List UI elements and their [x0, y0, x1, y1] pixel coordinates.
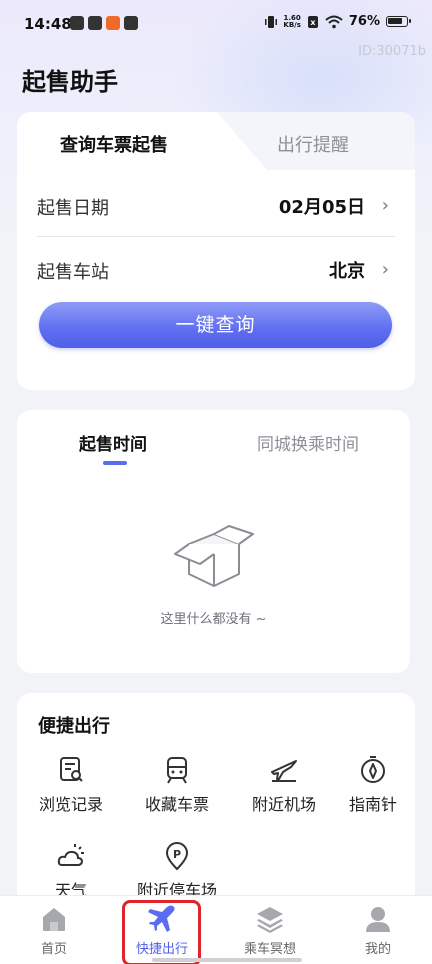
quick-item-label: 附近机场 [251, 795, 316, 814]
tab-sale-time[interactable]: 起售时间 [79, 430, 147, 455]
chevron-right-icon: › [381, 259, 389, 280]
home-indicator [152, 958, 302, 962]
id-tag: ID:30071b [358, 44, 426, 59]
quick-item-nearby-parking[interactable]: P 附近停车场 [127, 841, 227, 901]
svg-text:x: x [310, 18, 316, 27]
query-card: 查询车票起售 出行提醒 起售日期 02月05日 › 起售车站 北京 › 一键查询 [17, 112, 415, 390]
svg-text:P: P [173, 848, 181, 861]
sale-station-label: 起售车站 [37, 262, 109, 283]
quick-item-nearby-airport[interactable]: 附近机场 [234, 755, 334, 815]
app-notification-icon [124, 16, 138, 30]
quick-item-saved-tickets[interactable]: 收藏车票 [127, 755, 227, 815]
page-title: 起售助手 [22, 68, 118, 96]
quick-item-weather[interactable]: 天气 [21, 841, 121, 901]
status-time: 14:48 [24, 15, 72, 33]
tab-same-city-transfer-time[interactable]: 同城换乘时间 [257, 430, 359, 455]
home-icon [43, 908, 65, 931]
highlight-annotation [122, 900, 201, 964]
nav-ride-meditation[interactable]: 乘车冥想 [220, 896, 320, 964]
wifi-icon [325, 15, 343, 28]
quick-travel-card: 便捷出行 浏览记录 收藏车票 附近机场 指南针 天气 P 附近停车场 [17, 693, 415, 923]
sale-station-value: 北京 [329, 261, 365, 282]
sale-station-row[interactable]: 起售车站 北京 › [37, 243, 395, 293]
history-icon [60, 757, 83, 782]
nav-label: 我的 [364, 942, 391, 957]
quick-item-label: 指南针 [348, 795, 397, 814]
nav-label: 乘车冥想 [243, 942, 296, 957]
nav-mine[interactable]: 我的 [328, 896, 428, 964]
empty-state-text: 这里什么都没有 ~ [160, 612, 267, 627]
app-notification-icon [106, 16, 120, 30]
notification-icons [70, 16, 138, 30]
empty-box-icon [174, 525, 254, 587]
tab-query-ticket-sale-label[interactable]: 查询车票起售 [60, 131, 168, 157]
nav-home[interactable]: 首页 [4, 896, 104, 964]
status-right: 1.60 KB/s x 76% [265, 13, 411, 29]
battery-icon [386, 16, 411, 27]
divider [37, 236, 395, 237]
query-tabs: 查询车票起售 出行提醒 [17, 112, 415, 170]
quick-item-label: 收藏车票 [144, 795, 209, 814]
battery-percent: 76% [348, 14, 380, 29]
quick-item-compass[interactable]: 指南针 [323, 755, 423, 815]
active-tab-indicator [103, 461, 127, 465]
bottom-navigation: 首页 快捷出行 乘车冥想 我的 [0, 895, 432, 964]
layers-icon [257, 907, 283, 933]
nav-label: 首页 [40, 942, 67, 957]
tab-travel-reminder[interactable]: 出行提醒 [277, 131, 349, 157]
sale-time-card: 起售时间 同城换乘时间 这里什么都没有 ~ [17, 410, 410, 673]
sale-date-label: 起售日期 [37, 198, 109, 219]
train-icon [167, 757, 187, 784]
compass-icon [361, 756, 385, 783]
weather-icon [57, 844, 84, 866]
network-speed: 1.60 KB/s [283, 13, 301, 29]
sale-date-row[interactable]: 起售日期 02月05日 › [37, 179, 395, 229]
chevron-right-icon: › [381, 195, 389, 216]
app-notification-icon [88, 16, 102, 30]
app-notification-icon [70, 16, 84, 30]
parking-icon: P [165, 842, 189, 871]
quick-item-label: 浏览记录 [38, 795, 103, 814]
one-click-query-button[interactable]: 一键查询 [39, 302, 392, 348]
plane-icon [271, 760, 297, 782]
user-icon [366, 907, 390, 932]
quick-travel-title: 便捷出行 [38, 716, 110, 737]
sim-icon: x [307, 15, 318, 28]
sale-date-value: 02月05日 [278, 197, 365, 218]
vibrate-icon [265, 15, 278, 28]
status-bar: 14:48 1.60 KB/s x 76% [0, 0, 432, 48]
quick-item-browse-history[interactable]: 浏览记录 [21, 755, 121, 815]
